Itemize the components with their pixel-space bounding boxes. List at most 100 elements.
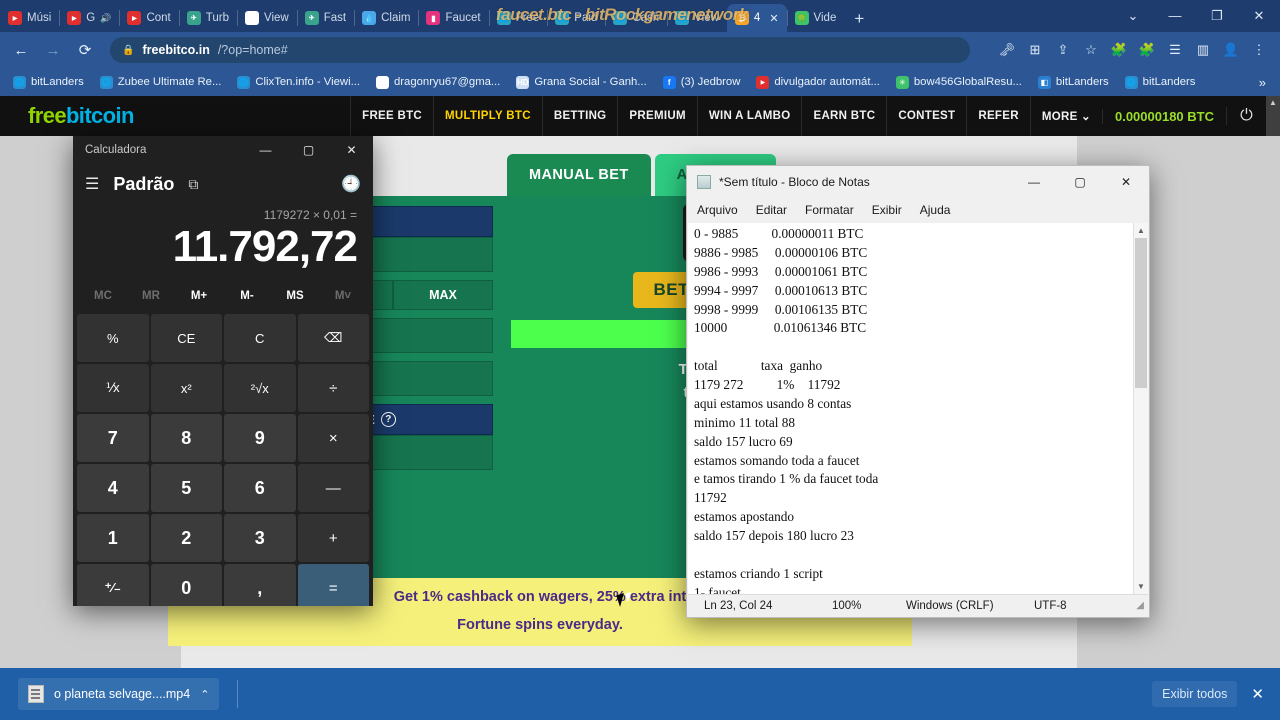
key-9[interactable]: 9 (224, 414, 296, 462)
bookmark-item[interactable]: bitLanders (6, 71, 91, 93)
browser-tab[interactable]: Faucet (418, 4, 488, 32)
bookmark-item[interactable]: Zubee Ultimate Re... (93, 71, 229, 93)
puzzle-icon[interactable]: 🧩 (1134, 37, 1160, 63)
browser-tab[interactable]: G🔊 (59, 4, 119, 32)
star-icon[interactable]: ☆ (1078, 37, 1104, 63)
key-equals[interactable]: = (297, 564, 369, 606)
menu-ajuda[interactable]: Ajuda (920, 203, 951, 217)
key-percent[interactable]: % (77, 314, 149, 362)
key-plus[interactable]: + (297, 514, 369, 562)
key-icon[interactable]: 🗝 (994, 37, 1020, 63)
key-divide[interactable]: ÷ (297, 364, 369, 412)
browser-tab[interactable]: Free (488, 4, 548, 32)
key-minus[interactable]: — (297, 464, 369, 512)
maximize-icon[interactable]: ❐ (1196, 0, 1238, 32)
menu-kebab-icon[interactable]: ⋮ (1246, 37, 1272, 63)
key-2[interactable]: 2 (150, 514, 222, 562)
forward-icon[interactable]: → (40, 37, 66, 63)
browser-tab-active[interactable]: 4✕ (726, 4, 787, 32)
memory-mr-button[interactable]: MR (127, 284, 175, 308)
browser-tab[interactable]: View (667, 4, 727, 32)
browser-tab[interactable]: IP View (236, 4, 297, 32)
new-tab-button[interactable]: + (844, 9, 874, 32)
help-icon[interactable]: ? (380, 412, 396, 427)
memory-ms-button[interactable]: MS (271, 284, 319, 308)
calculator-titlebar[interactable]: Calculadora — ▢ ✕ (73, 136, 373, 164)
scroll-up-icon[interactable]: ▲ (1134, 223, 1148, 238)
key-1[interactable]: 1 (77, 514, 149, 562)
key-reciprocal[interactable]: ⅟x (77, 364, 149, 412)
profile-icon[interactable]: 👤 (1218, 37, 1244, 63)
multiplier-max[interactable]: MAX (393, 280, 493, 310)
share-icon[interactable]: ⇪ (1050, 37, 1076, 63)
bookmark-item[interactable]: ClixTen.info - Viewi... (230, 71, 367, 93)
nav-free-btc[interactable]: FREE BTC (350, 96, 433, 136)
memory-mplus-button[interactable]: M+ (175, 284, 223, 308)
hamburger-icon[interactable]: ☰ (85, 174, 99, 194)
calculator-window[interactable]: Calculadora — ▢ ✕ ☰ Padrão ⧉ 🕘 1179272 ×… (73, 136, 373, 606)
bookmark-item[interactable]: bow456GlobalResu... (889, 71, 1029, 93)
back-icon[interactable]: ← (8, 37, 34, 63)
install-icon[interactable]: ⊞ (1022, 37, 1048, 63)
browser-tab[interactable]: Fast (296, 4, 354, 32)
memory-mlist-button[interactable]: M˅ (319, 284, 367, 308)
address-bar[interactable]: 🔒 freebitco.in /?op=home# (110, 37, 970, 63)
key-square[interactable]: x² (150, 364, 222, 412)
nav-contest[interactable]: CONTEST (886, 96, 966, 136)
key-0[interactable]: 0 (150, 564, 222, 606)
key-7[interactable]: 7 (77, 414, 149, 462)
browser-tab[interactable]: Paid (547, 4, 605, 32)
maximize-icon[interactable]: ▢ (1057, 166, 1103, 198)
history-icon[interactable]: 🕘 (341, 174, 361, 194)
key-3[interactable]: 3 (224, 514, 296, 562)
bookmarks-overflow-icon[interactable]: » (1259, 75, 1274, 90)
extension-puzzle-icon[interactable]: 🧩 (1106, 37, 1132, 63)
scrollbar-thumb[interactable] (1135, 238, 1147, 388)
mute-icon[interactable]: 🔊 (100, 13, 111, 24)
key-backspace[interactable]: ⌫ (297, 314, 369, 362)
bookmark-item[interactable]: dragonryu67@gma... (369, 71, 507, 93)
balance-display[interactable]: 0.00000180 BTC (1101, 108, 1226, 124)
logout-power-icon[interactable]: ⏻ (1226, 107, 1266, 125)
scroll-down-icon[interactable]: ▼ (1134, 579, 1148, 594)
close-icon[interactable]: ✕ (330, 136, 373, 164)
download-item[interactable]: o planeta selvage....mp4 ⌃ (18, 678, 220, 710)
minimize-icon[interactable]: — (1154, 0, 1196, 32)
notepad-scrollbar[interactable]: ▲ ▼ (1133, 223, 1148, 594)
tab-manual-bet[interactable]: MANUAL BET (507, 154, 651, 196)
close-download-bar-icon[interactable]: ✕ (1251, 685, 1264, 703)
resize-grip-icon[interactable]: ◢ (1120, 600, 1148, 611)
browser-tab[interactable]: Cash (605, 4, 667, 32)
nav-premium[interactable]: PREMIUM (617, 96, 696, 136)
nav-multiply-btc[interactable]: MULTIPLY BTC (433, 96, 542, 136)
minimize-icon[interactable]: — (244, 136, 287, 164)
memory-mc-button[interactable]: MC (79, 284, 127, 308)
nav-more[interactable]: MORE ⌄ (1029, 96, 1102, 136)
show-all-downloads-button[interactable]: Exibir todos (1152, 681, 1238, 707)
close-icon[interactable]: ✕ (769, 12, 778, 25)
notepad-titlebar[interactable]: *Sem título - Bloco de Notas — ▢ ✕ (687, 166, 1149, 198)
reading-list-icon[interactable]: ☰ (1162, 37, 1188, 63)
key-6[interactable]: 6 (224, 464, 296, 512)
page-scrollbar-up-arrow[interactable]: ▲ (1266, 96, 1280, 136)
key-c[interactable]: C (224, 314, 296, 362)
browser-tab[interactable]: Vide (786, 4, 845, 32)
key-4[interactable]: 4 (77, 464, 149, 512)
minimize-icon[interactable]: — (1011, 166, 1057, 198)
notepad-text-area[interactable]: 0 - 9885 0.00000011 BTC 9886 - 9985 0.00… (688, 223, 1133, 594)
key-8[interactable]: 8 (150, 414, 222, 462)
key-sqrt[interactable]: ²√x (224, 364, 296, 412)
tab-search-icon[interactable]: ⌄ (1112, 0, 1154, 32)
nav-refer[interactable]: REFER (966, 96, 1029, 136)
sidepanel-icon[interactable]: ▥ (1190, 37, 1216, 63)
chevron-up-icon[interactable]: ⌃ (200, 688, 209, 701)
bookmark-item[interactable]: (3) Jedbrow (656, 71, 748, 93)
key-sign-toggle[interactable]: ⁺∕₋ (77, 564, 149, 606)
close-icon[interactable]: ✕ (1103, 166, 1149, 198)
keep-on-top-icon[interactable]: ⧉ (188, 176, 198, 193)
maximize-icon[interactable]: ▢ (287, 136, 330, 164)
browser-tab[interactable]: Músi (0, 4, 59, 32)
bookmark-item[interactable]: divulgador automát... (749, 71, 887, 93)
menu-arquivo[interactable]: Arquivo (697, 203, 738, 217)
key-ce[interactable]: CE (150, 314, 222, 362)
